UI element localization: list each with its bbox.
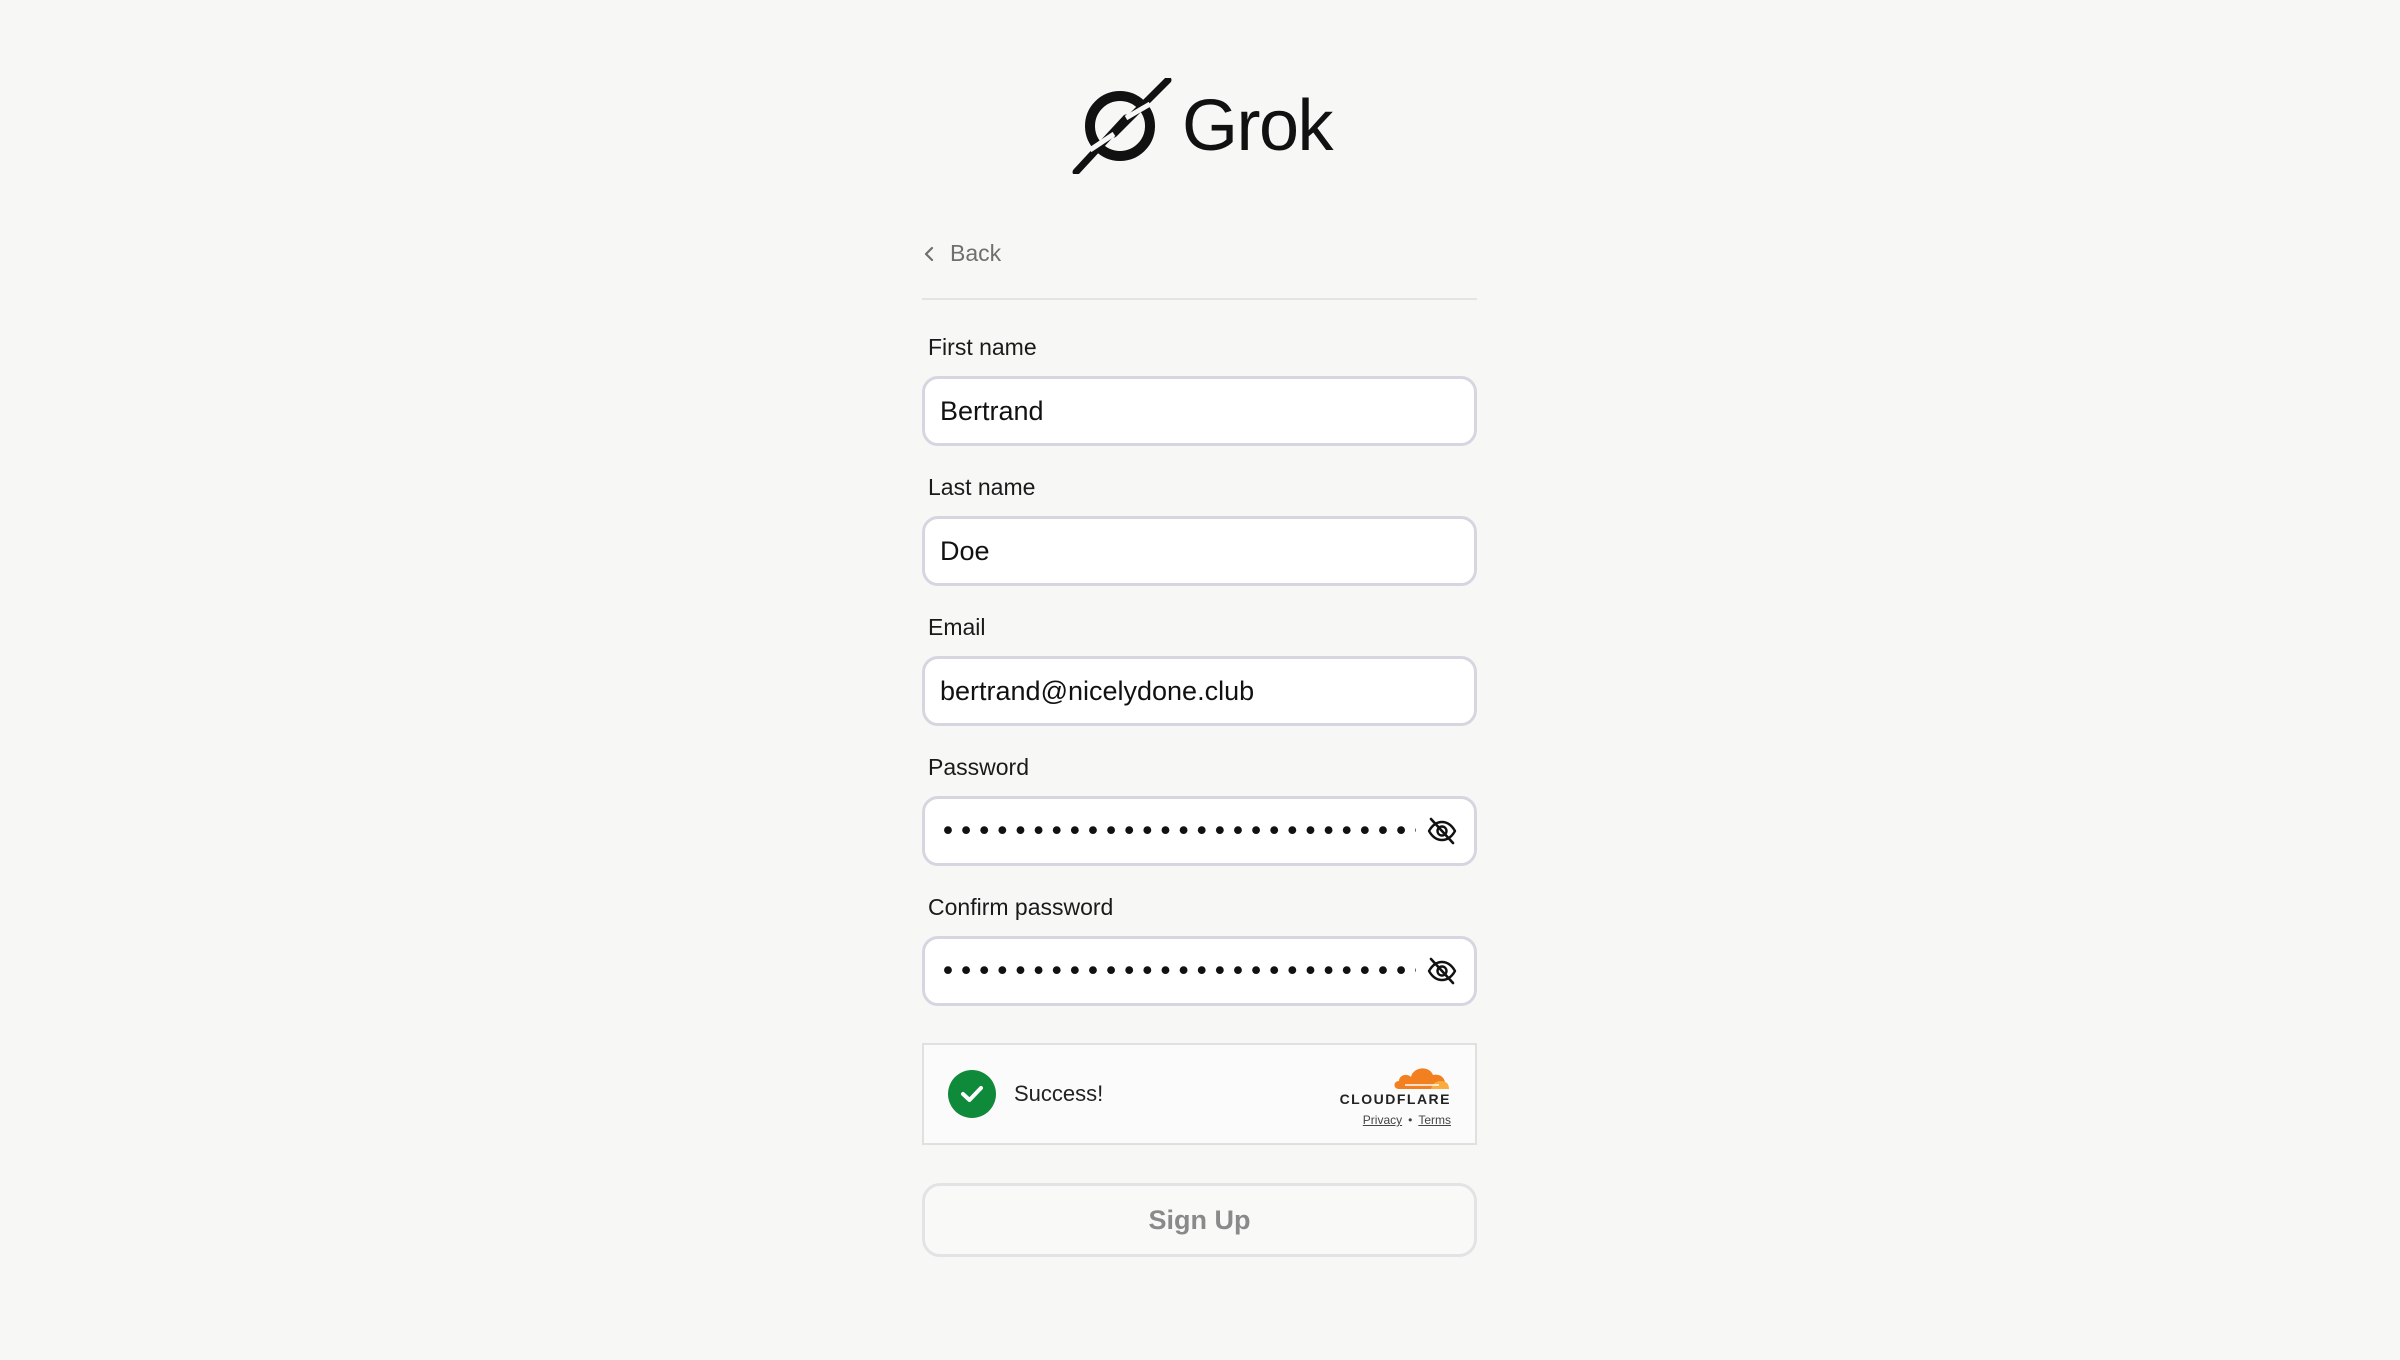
cloudflare-cloud-icon [1394, 1068, 1449, 1089]
first-name-input[interactable] [940, 395, 1458, 427]
cloudflare-links: Privacy • Terms [1363, 1113, 1451, 1127]
sign-up-button[interactable]: Sign Up [922, 1183, 1477, 1257]
first-name-label: First name [928, 334, 1037, 360]
email-field[interactable] [922, 656, 1477, 726]
back-label: Back [950, 240, 1002, 266]
divider [922, 298, 1477, 300]
cloudflare-wordmark: CLOUDFLARE [1339, 1091, 1451, 1107]
brand-logo: Grok [1070, 78, 1334, 174]
eye-off-icon[interactable] [1426, 955, 1458, 987]
password-field[interactable]: •••••••••••••••••••••••••••••• [922, 796, 1477, 866]
confirm-password-field[interactable]: •••••••••••••••••••••••••••••• [922, 936, 1477, 1006]
grok-logo-icon [1072, 78, 1172, 174]
confirm-password-masked-value[interactable]: •••••••••••••••••••••••••••••• [940, 956, 1416, 987]
captcha-status: Success! [1014, 1081, 1104, 1106]
password-label: Password [928, 754, 1029, 780]
back-button[interactable]: Back [922, 240, 1001, 267]
cloudflare-branding: CLOUDFLARE Privacy • Terms [1340, 1061, 1451, 1127]
last-name-field[interactable] [922, 516, 1477, 586]
link-separator: • [1408, 1113, 1413, 1127]
brand-name: Grok [1182, 86, 1334, 166]
last-name-label: Last name [928, 474, 1036, 500]
privacy-link[interactable]: Privacy [1363, 1113, 1402, 1127]
cloudflare-turnstile-widget[interactable]: Success! CLOUDFLARE Privacy • Terms [922, 1043, 1477, 1145]
confirm-password-label: Confirm password [928, 894, 1114, 920]
signup-page: Grok Back First name Last name Email Pas… [0, 0, 2400, 1360]
chevron-left-icon [924, 246, 934, 261]
terms-link[interactable]: Terms [1418, 1113, 1451, 1127]
email-input[interactable] [940, 675, 1458, 707]
email-label: Email [928, 614, 986, 640]
eye-off-icon[interactable] [1426, 815, 1458, 847]
success-check-icon [948, 1070, 996, 1118]
first-name-field[interactable] [922, 376, 1477, 446]
last-name-input[interactable] [940, 535, 1458, 567]
password-masked-value[interactable]: •••••••••••••••••••••••••••••• [940, 816, 1416, 847]
